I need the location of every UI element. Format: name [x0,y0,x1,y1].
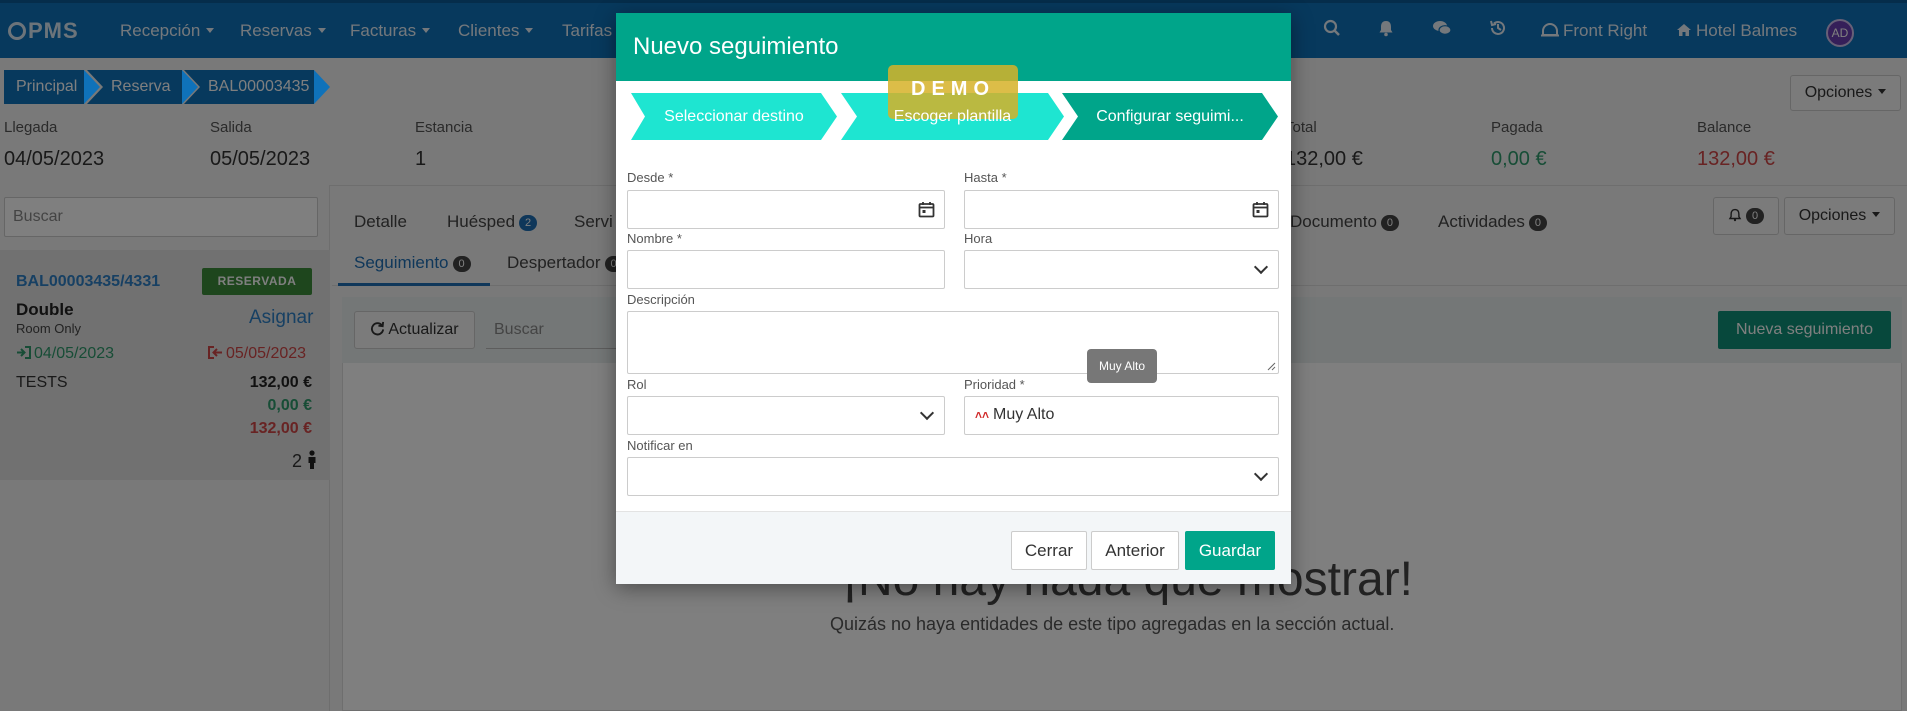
descripcion-textarea[interactable] [627,311,1279,374]
wizard-step-configure[interactable]: Configurar seguimi... [1062,93,1278,140]
calendar-icon[interactable] [918,201,935,218]
notificar-select[interactable] [627,457,1279,496]
prioridad-select[interactable]: ˄˄ Muy Alto [964,396,1279,435]
resize-handle-icon[interactable] [1266,361,1276,371]
new-followup-modal: Nuevo seguimiento Seleccionar destino Es… [616,13,1291,584]
prioridad-value: ˄˄ Muy Alto [975,406,1055,423]
prioridad-label: Prioridad * [964,377,1025,392]
nombre-input[interactable] [627,250,945,289]
desde-label: Desde * [627,170,674,185]
hora-select[interactable] [964,250,1279,289]
desde-date-input[interactable] [627,190,945,229]
notificar-label: Notificar en [627,438,693,453]
calendar-icon[interactable] [1252,201,1269,218]
chevron-down-icon [919,405,935,421]
close-button[interactable]: Cerrar [1011,531,1087,570]
chevron-down-icon [1253,259,1269,275]
double-chevron-up-icon: ˄˄ [975,408,990,422]
priority-tooltip: Muy Alto [1087,349,1157,383]
descripcion-label: Descripción [627,292,695,307]
back-button[interactable]: Anterior [1091,531,1179,570]
rol-select[interactable] [627,396,945,435]
chevron-down-icon [1253,466,1269,482]
nombre-label: Nombre * [627,231,682,246]
wizard-step-select-target[interactable]: Seleccionar destino [631,93,837,140]
hasta-label: Hasta * [964,170,1007,185]
hora-label: Hora [964,231,993,246]
hasta-date-input[interactable] [964,190,1279,229]
modal-title: Nuevo seguimiento [633,33,839,60]
rol-label: Rol [627,377,647,392]
save-button[interactable]: Guardar [1185,531,1275,570]
